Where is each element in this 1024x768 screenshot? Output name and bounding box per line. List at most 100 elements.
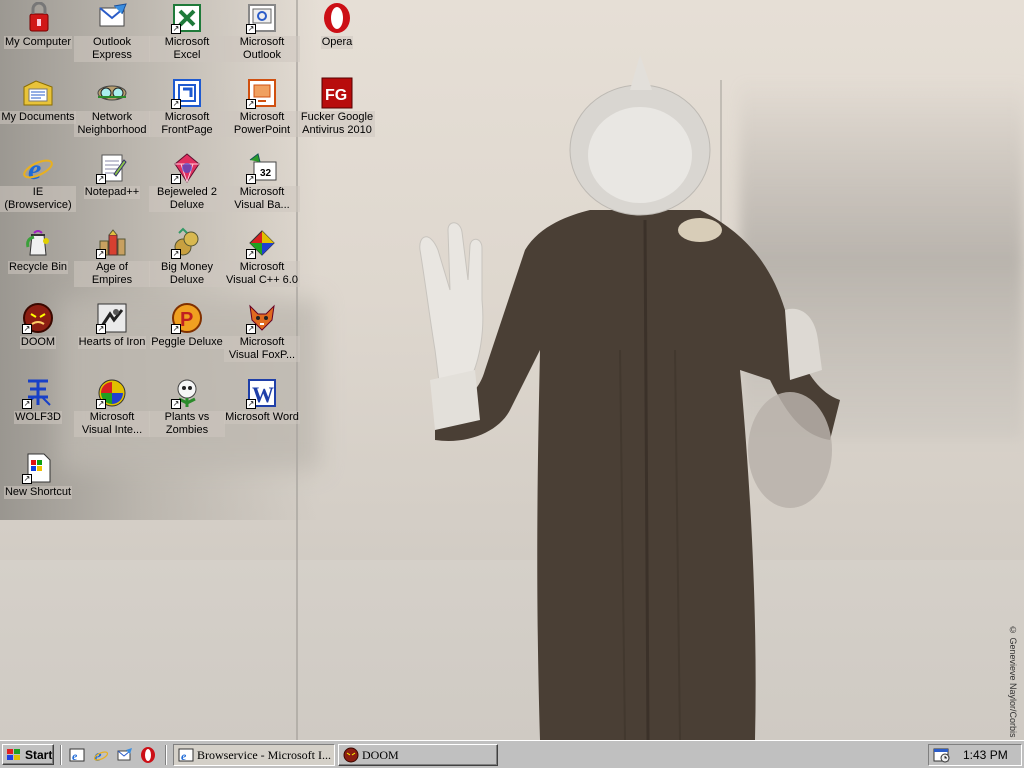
hearts-of-iron-icon: ↗ (96, 302, 128, 334)
antivirus-icon: FG (321, 77, 353, 109)
desktop-icon-recycle-bin[interactable]: Recycle Bin (0, 227, 76, 274)
desktop-icon-network-neighborhood[interactable]: Network Neighborhood (74, 77, 150, 137)
desktop-icon-label: Hearts of Iron (77, 336, 147, 349)
desktop-icon-label: Outlook Express (74, 36, 150, 62)
taskbar-separator (165, 745, 167, 765)
desktop-icon-label: Fucker Google Antivirus 2010 (299, 111, 375, 137)
ie-icon: e (22, 152, 54, 186)
desktop-icon-label: Peggle Deluxe (150, 336, 224, 349)
desktop-icon-doom[interactable]: ↗ DOOM (0, 302, 76, 349)
desktop-icon-microsoft-word[interactable]: W ↗ Microsoft Word (224, 377, 300, 424)
desktop-icon-label: Big Money Deluxe (149, 261, 225, 287)
desktop-icon-frontpage[interactable]: ↗ Microsoft FrontPage (149, 77, 225, 137)
desktop-icon-visual-foxpro[interactable]: ↗ Microsoft Visual FoxP... (224, 302, 300, 362)
svg-text:e: e (181, 749, 187, 763)
desktop-icon-age-of-empires[interactable]: ↗ Age of Empires (74, 227, 150, 287)
system-tray: 1:43 PM (928, 744, 1022, 766)
desktop-icon-label: Microsoft Visual FoxP... (224, 336, 300, 362)
desktop-icon-label: WOLF3D (14, 411, 62, 424)
outlook-icon: ↗ (246, 2, 278, 34)
windows-logo-icon (6, 748, 22, 762)
desktop-icon-label: New Shortcut (3, 486, 73, 499)
desktop-icon-hearts-of-iron[interactable]: ↗ Hearts of Iron (74, 302, 150, 349)
desktop-icon-powerpoint[interactable]: ↗ Microsoft PowerPoint (224, 77, 300, 137)
bejeweled-icon: ↗ (171, 152, 203, 184)
wallpaper-figure-woman (419, 55, 840, 740)
desktop-icon-label: Recycle Bin (7, 261, 69, 274)
desktop-icon-label: Microsoft PowerPoint (224, 111, 300, 137)
network-icon (96, 77, 128, 109)
antivirus-badge: FG (325, 87, 347, 104)
clock[interactable]: 1:43 PM (963, 748, 1008, 762)
desktop-icon-label: Network Neighborhood (74, 111, 150, 137)
visual-interdev-icon: ↗ (96, 377, 128, 409)
desktop-icon-microsoft-outlook[interactable]: ↗ Microsoft Outlook (224, 2, 300, 62)
desktop-icon-ie[interactable]: e IE (Browservice) (0, 152, 76, 212)
excel-icon: ↗ (171, 2, 203, 34)
taskbar: Start e e e Browservice - Microsoft I...… (0, 740, 1024, 768)
ie-quicklaunch-icon[interactable]: e (68, 746, 86, 764)
scheduler-tray-icon[interactable] (933, 747, 951, 766)
desktop-icon-label: Bejeweled 2 Deluxe (149, 186, 225, 212)
desktop-icon-new-shortcut[interactable]: ↗ New Shortcut (0, 452, 76, 499)
desktop-icon-my-computer[interactable]: My Computer (0, 1, 76, 49)
desktop-icon-outlook-express[interactable]: Outlook Express (74, 2, 150, 62)
desktop-icon-peggle[interactable]: P ↗ Peggle Deluxe (149, 302, 225, 349)
big-money-icon: ↗ (171, 227, 203, 259)
desktop-icon-big-money[interactable]: ↗ Big Money Deluxe (149, 227, 225, 287)
opera-quicklaunch-icon[interactable] (139, 746, 157, 764)
notepad-icon: ↗ (96, 152, 128, 184)
desktop-icon-notepadpp[interactable]: ↗ Notepad++ (74, 152, 150, 199)
age-of-empires-icon: ↗ (96, 227, 128, 259)
ie-icon: e (178, 747, 194, 763)
desktop-icon-label: Notepad++ (83, 186, 141, 199)
task-browservice[interactable]: e Browservice - Microsoft I... (173, 744, 335, 766)
my-documents-icon (22, 77, 54, 109)
wallpaper-credit: © Genevieve Naylor/Corbis (1008, 625, 1018, 738)
desktop-icon-bejeweled[interactable]: ↗ Bejeweled 2 Deluxe (149, 152, 225, 212)
desktop-icon-label: Microsoft Outlook (224, 36, 300, 62)
desktop-icon-label: Microsoft Visual C++ 6.0 (224, 261, 300, 287)
word-icon: W ↗ (246, 379, 276, 409)
desktop-icon-opera[interactable]: Opera (299, 2, 375, 49)
svg-text:e: e (28, 153, 41, 184)
foxpro-icon: ↗ (246, 302, 278, 334)
svg-text:e: e (72, 749, 78, 763)
desktop-icon-label: Microsoft Word (224, 411, 300, 424)
outlook-express-icon (96, 2, 128, 34)
desktop-icon-microsoft-excel[interactable]: ↗ Microsoft Excel (149, 2, 225, 62)
doom-icon (343, 747, 359, 763)
desktop-icon-label: Age of Empires (74, 261, 150, 287)
desktop-icon-label: DOOM (19, 336, 57, 349)
desktop-icon-label: My Documents (0, 111, 76, 124)
plants-vs-zombies-icon: ↗ (171, 377, 203, 409)
doom-icon: ↗ (22, 302, 54, 334)
desktop-icon-visual-basic[interactable]: 32 ↗ Microsoft Visual Ba... (224, 152, 300, 212)
powerpoint-icon: ↗ (246, 77, 278, 109)
desktop-icon-label: Microsoft Visual Inte... (74, 411, 150, 437)
frontpage-icon: ↗ (171, 77, 203, 109)
desktop-icon-visual-cpp[interactable]: ↗ Microsoft Visual C++ 6.0 (224, 227, 300, 287)
visual-cpp-icon: ↗ (246, 227, 278, 259)
task-doom[interactable]: DOOM (338, 744, 498, 766)
visual-basic-badge: 32 (260, 168, 272, 179)
desktop-icon-plants-vs-zombies[interactable]: ↗ Plants vs Zombies (149, 377, 225, 437)
desktop-icon-my-documents[interactable]: My Documents (0, 77, 76, 124)
new-shortcut-icon: ↗ (22, 452, 54, 484)
outlook-express-quicklaunch-icon[interactable] (116, 746, 134, 764)
desktop-icon-visual-interdev[interactable]: ↗ Microsoft Visual Inte... (74, 377, 150, 437)
desktop-icon-label: Microsoft FrontPage (149, 111, 225, 137)
wolf3d-icon: ↗ (22, 377, 54, 409)
desktop-icon-wolf3d[interactable]: ↗ WOLF3D (0, 377, 76, 424)
svg-text:e: e (94, 747, 102, 763)
desktop-icon-label: IE (Browservice) (0, 186, 76, 212)
desktop-icon-antivirus[interactable]: FG Fucker Google Antivirus 2010 (299, 77, 375, 137)
visual-basic-icon: 32 ↗ (246, 152, 278, 184)
start-button[interactable]: Start (2, 744, 54, 765)
opera-icon (321, 2, 353, 34)
desktop-icon-label: Microsoft Visual Ba... (224, 186, 300, 212)
svg-text:P: P (180, 309, 193, 331)
taskbar-separator (60, 745, 62, 765)
ie-browser-icon[interactable]: e (92, 746, 110, 764)
mycomputer-lock-icon (22, 1, 54, 34)
